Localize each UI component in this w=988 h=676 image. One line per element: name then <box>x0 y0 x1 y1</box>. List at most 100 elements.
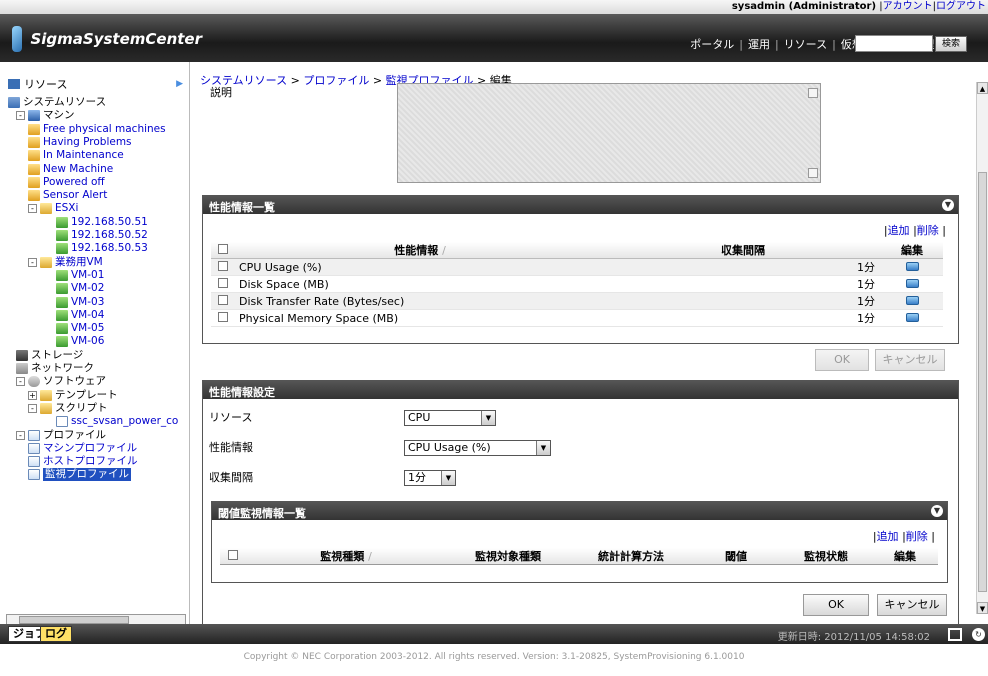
tree-node[interactable]: VM-03 <box>56 296 104 309</box>
tree-node[interactable]: 監視プロファイル <box>28 468 131 482</box>
logout-link[interactable]: ログアウト <box>936 1 986 12</box>
app-logo[interactable]: SigmaSystemCenter <box>12 24 202 54</box>
tab-log[interactable]: ログ <box>40 626 72 642</box>
tree-node[interactable]: - ソフトウェア <box>16 375 106 388</box>
collapse-icon[interactable]: - <box>28 403 37 413</box>
sidebar-header: リソース ▶ <box>0 62 189 92</box>
tree-node-label: In Maintenance <box>43 149 124 162</box>
tree-node[interactable]: In Maintenance <box>28 149 124 162</box>
tree-node[interactable]: ネットワーク <box>16 362 94 375</box>
nav-item[interactable]: ポータル <box>690 36 734 52</box>
row-checkbox[interactable] <box>218 277 228 288</box>
tree-node[interactable]: 192.168.50.51 <box>56 216 148 229</box>
tree-node[interactable]: 192.168.50.52 <box>56 229 148 242</box>
description-textarea[interactable] <box>397 83 821 183</box>
tree-node[interactable]: ホストプロファイル <box>28 455 138 468</box>
table-row[interactable]: Disk Transfer Rate (Bytes/sec) 1分 <box>211 292 943 310</box>
collapse-icon[interactable]: - <box>16 377 25 387</box>
row-checkbox[interactable] <box>218 260 228 271</box>
tree-node[interactable]: VM-05 <box>56 322 104 335</box>
tree-node[interactable]: システムリソース <box>8 96 106 109</box>
edit-book-icon[interactable] <box>905 261 919 271</box>
tree-node[interactable]: VM-04 <box>56 309 104 322</box>
tree-node[interactable]: Free physical machines <box>28 123 166 136</box>
threshold-delete-link[interactable]: 削除 <box>906 530 928 543</box>
search-button[interactable]: 検索 <box>935 36 967 52</box>
scroll-up-arrow-icon[interactable]: ▲ <box>977 82 988 94</box>
expand-icon[interactable]: + <box>28 390 37 400</box>
nav-item[interactable]: リソース <box>784 36 827 52</box>
perf-ok-button[interactable]: OK <box>815 349 869 371</box>
prof-icon <box>28 456 40 468</box>
col-interval[interactable]: 収集間隔 <box>605 242 881 259</box>
tree-node[interactable]: Having Problems <box>28 136 132 149</box>
breadcrumb-profile[interactable]: プロファイル <box>303 74 369 87</box>
nav-item[interactable]: 運用 <box>748 36 770 52</box>
collapse-icon[interactable]: - <box>28 204 37 214</box>
tree-node[interactable]: - マシン <box>16 109 75 122</box>
edit-book-icon[interactable] <box>905 295 919 305</box>
scroll-up-icon[interactable] <box>808 88 818 98</box>
scroll-down-icon[interactable] <box>808 168 818 178</box>
table-row[interactable]: Disk Space (MB) 1分 <box>211 275 943 293</box>
tree-node[interactable]: + テンプレート <box>28 389 118 402</box>
collapse-icon[interactable]: - <box>16 430 25 440</box>
collapse-icon[interactable]: ▼ <box>942 199 954 211</box>
search-input[interactable] <box>855 35 933 52</box>
col-target-type[interactable]: 監視対象種類 <box>446 548 570 565</box>
bottom-bar: ジョブ ログ 更新日時: 2012/11/05 14:58:02 ↻ <box>0 624 988 644</box>
scroll-thumb[interactable] <box>19 616 129 624</box>
settings-ok-button[interactable]: OK <box>803 594 869 616</box>
perf-add-link[interactable]: 追加 <box>888 224 910 237</box>
perf-delete-link[interactable]: 削除 <box>917 224 939 237</box>
settings-cancel-button[interactable]: キャンセル <box>877 594 947 616</box>
window-toggle-icon[interactable] <box>948 628 962 641</box>
col-threshold-edit: 編集 <box>872 548 938 565</box>
edit-book-icon[interactable] <box>905 278 919 288</box>
table-row[interactable]: Physical Memory Space (MB) 1分 <box>211 309 943 327</box>
collapse-icon[interactable]: - <box>28 257 37 267</box>
edit-book-icon[interactable] <box>905 312 919 322</box>
select-all-checkbox[interactable] <box>218 243 228 254</box>
refresh-icon[interactable]: ↻ <box>972 628 985 641</box>
interval-select[interactable]: 1分 ▼ <box>404 470 456 486</box>
col-monitor-type[interactable]: 監視種類 / <box>246 548 446 565</box>
tree-node[interactable]: - ESXi <box>28 202 78 215</box>
col-monitor-state[interactable]: 監視状態 <box>780 548 872 565</box>
resource-select[interactable]: CPU ▼ <box>404 410 496 426</box>
tree-node[interactable]: 192.168.50.53 <box>56 242 148 255</box>
tree-node[interactable]: - スクリプト <box>28 402 108 415</box>
collapse-icon[interactable]: ▼ <box>931 505 943 517</box>
tree-node[interactable]: ストレージ <box>16 349 83 362</box>
tree-node[interactable]: VM-06 <box>56 335 104 348</box>
tree-node[interactable]: マシンプロファイル <box>28 442 137 455</box>
tree-node[interactable]: VM-02 <box>56 282 104 295</box>
col-stat-method[interactable]: 統計計算方法 <box>570 548 692 565</box>
collapse-arrow-icon[interactable]: ▶ <box>176 79 183 89</box>
threshold-add-link[interactable]: 追加 <box>877 530 899 543</box>
logo-cube-icon <box>12 26 23 52</box>
table-row[interactable]: CPU Usage (%) 1分 <box>211 258 943 276</box>
perf-info-select[interactable]: CPU Usage (%) ▼ <box>404 440 551 456</box>
tree-node[interactable]: - 業務用VM <box>28 256 103 269</box>
tree-node[interactable]: ssc_svsan_power_co <box>56 415 178 428</box>
col-threshold[interactable]: 閾値 <box>692 548 780 565</box>
net-icon <box>16 363 28 374</box>
account-link[interactable]: アカウント <box>883 1 933 12</box>
threshold-select-all-checkbox[interactable] <box>228 549 238 560</box>
main-vertical-scrollbar[interactable]: ▲ ▼ <box>976 82 988 614</box>
tree-node[interactable]: Sensor Alert <box>28 189 107 202</box>
col-perf-info[interactable]: 性能情報 / <box>235 242 605 259</box>
tree-node[interactable]: Powered off <box>28 176 105 189</box>
tree-node[interactable]: VM-01 <box>56 269 104 282</box>
tree-node[interactable]: New Machine <box>28 163 113 176</box>
tree-node-label: Powered off <box>43 175 105 188</box>
collapse-icon[interactable]: - <box>16 111 25 121</box>
row-checkbox[interactable] <box>218 294 228 305</box>
scroll-down-arrow-icon[interactable]: ▼ <box>977 602 988 614</box>
perf-list-panel: 性能情報一覧 ▼ |追加 |削除 | 性能情報 / 収集間隔 編集 CPU Us… <box>202 195 959 344</box>
scroll-thumb[interactable] <box>978 172 987 592</box>
tree-node[interactable]: - プロファイル <box>16 429 106 442</box>
perf-cancel-button[interactable]: キャンセル <box>875 349 945 371</box>
row-checkbox[interactable] <box>218 311 228 322</box>
